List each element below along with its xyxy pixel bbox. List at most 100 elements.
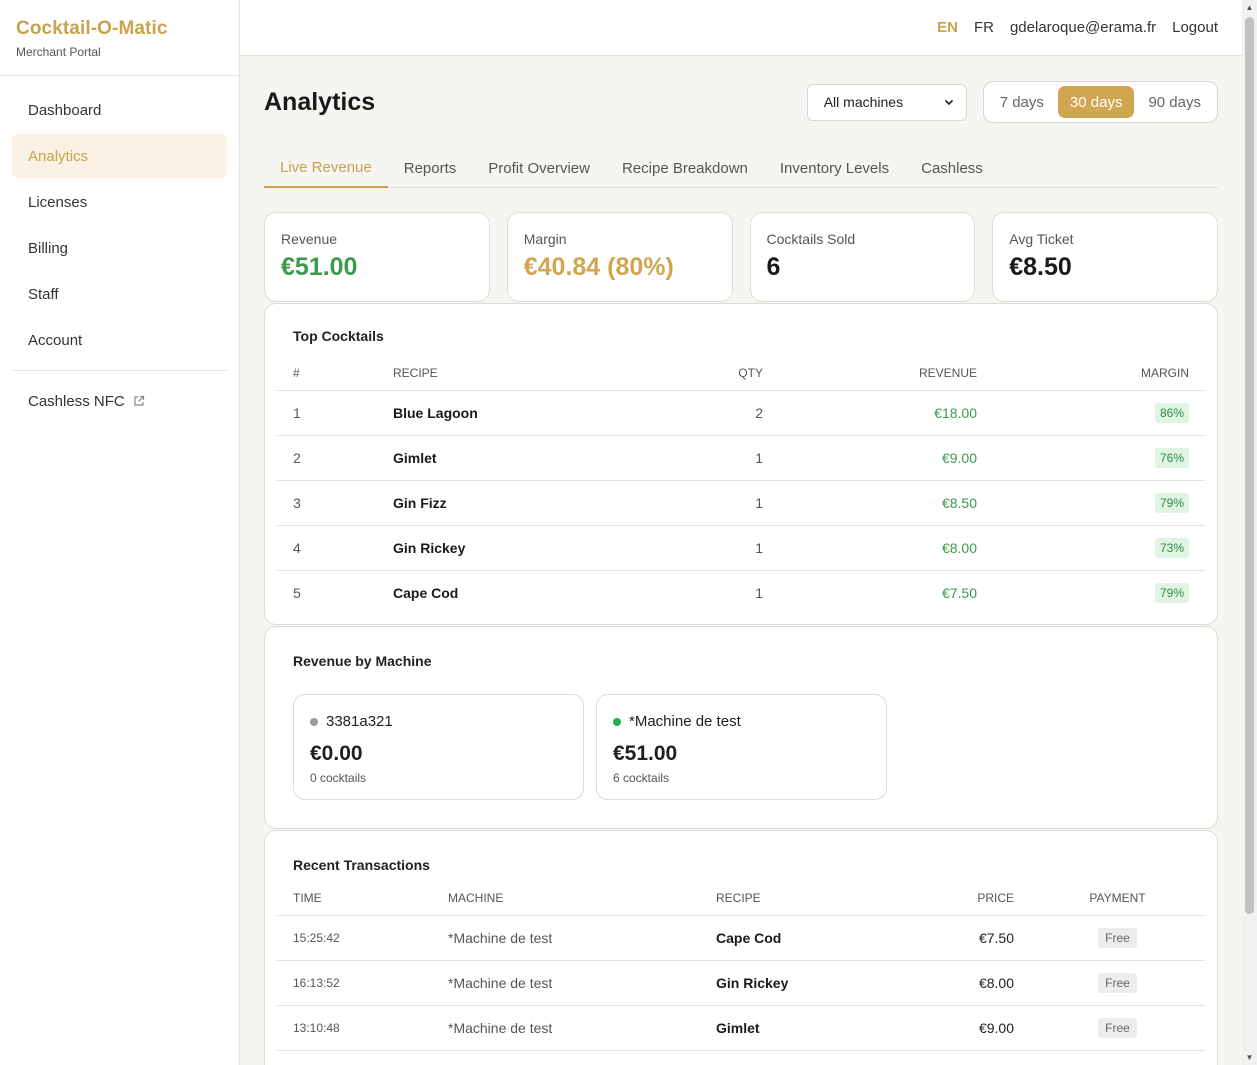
- top-cocktails-table: # RECIPE QTY REVENUE MARGIN 1 Blue Lagoo…: [277, 356, 1205, 615]
- kpi-card-cocktails-sold: Cocktails Sold 6: [749, 212, 976, 302]
- table-row: 13:10:48 *Machine de test Gimlet €9.00 F…: [277, 1005, 1205, 1051]
- machine-select-value: All machines: [823, 94, 904, 110]
- table-row: 3 Gin Fizz 1 €8.50 79%: [277, 480, 1205, 526]
- range-7-days-button[interactable]: 7 days: [988, 86, 1056, 118]
- tab-profit-overview[interactable]: Profit Overview: [472, 148, 606, 188]
- tab-reports[interactable]: Reports: [388, 148, 473, 188]
- machine-select[interactable]: All machines: [806, 83, 967, 121]
- machine-card[interactable]: 3381a321 €0.00 0 cocktails: [293, 694, 584, 800]
- margin-badge: 73%: [1154, 537, 1189, 558]
- sidebar-item-staff[interactable]: Staff: [12, 272, 227, 316]
- column-header: RECIPE: [377, 356, 677, 391]
- margin-badge: 76%: [1154, 447, 1189, 468]
- revenue-by-machine-card: Revenue by Machine 3381a321 €0.00 0 cock…: [264, 626, 1218, 829]
- machine-cocktail-count: 0 cocktails: [310, 771, 367, 785]
- kpi-value: €40.84 (80%): [523, 253, 674, 281]
- column-header: #: [277, 356, 377, 391]
- rank-cell: 5: [293, 584, 301, 601]
- column-header: REVENUE: [779, 356, 993, 391]
- sidebar-item-analytics[interactable]: Analytics: [12, 134, 227, 178]
- sidebar-item-cashless-nfc[interactable]: Cashless NFC: [12, 379, 227, 423]
- margin-badge: 86%: [1154, 402, 1189, 423]
- recent-transactions-card: Recent Transactions TIME MACHINE RECIPE …: [264, 830, 1218, 1065]
- logout-button[interactable]: Logout: [1172, 19, 1218, 36]
- kpi-value: 6: [766, 253, 781, 281]
- machine-name-row: 3381a321: [310, 713, 567, 730]
- sidebar-item-billing[interactable]: Billing: [12, 226, 227, 270]
- sidebar-item-account[interactable]: Account: [12, 318, 227, 362]
- column-header: QTY: [677, 356, 779, 391]
- brand: Cocktail-O-Matic Merchant Portal: [0, 0, 239, 76]
- payment-cell: Free: [1030, 1005, 1205, 1051]
- rank-cell: 4: [277, 525, 377, 571]
- sidebar-item-licenses[interactable]: Licenses: [12, 180, 227, 224]
- status-dot: [310, 717, 318, 726]
- kpi-row: Revenue €51.00 Margin €40.84 (80%) Cockt…: [264, 212, 1218, 302]
- price-cell: €8.00: [910, 960, 1030, 1006]
- tab-live-revenue[interactable]: Live Revenue: [264, 148, 388, 188]
- tab-cashless[interactable]: Cashless: [905, 148, 999, 188]
- kpi-label: Avg Ticket: [1009, 231, 1074, 247]
- kpi-value: €51.00: [281, 253, 358, 281]
- kpi-value: €8.50: [1009, 253, 1072, 281]
- margin-cell: 86%: [993, 390, 1205, 436]
- revenue-cell: €18.00: [779, 390, 993, 436]
- revenue-cell: €8.00: [779, 525, 993, 571]
- machine-card[interactable]: *Machine de test €51.00 6 cocktails: [596, 694, 887, 800]
- range-90-days-button[interactable]: 90 days: [1136, 86, 1213, 118]
- date-range-group: 7 days 30 days 90 days: [982, 81, 1218, 123]
- header-controls: All machines 7 days 30 days 90 days: [806, 81, 1218, 123]
- sidebar: Cocktail-O-Matic Merchant Portal Dashboa…: [0, 0, 240, 1065]
- revenue-cell: €8.50: [779, 480, 993, 526]
- kpi-label: Cocktails Sold: [766, 231, 856, 247]
- recipe-cell: Blue Lagoon: [377, 390, 677, 436]
- scroll-down-arrow-icon[interactable]: ▼: [1242, 1050, 1257, 1065]
- price-cell: €9.00: [910, 1005, 1030, 1051]
- machine-cell: *Machine de test: [432, 915, 700, 961]
- price-cell: €7.50: [910, 915, 1030, 961]
- margin-cell: 73%: [993, 525, 1205, 571]
- margin-cell: 79%: [993, 480, 1205, 526]
- margin-badge: 79%: [1154, 492, 1189, 513]
- time-cell: 15:25:42: [277, 915, 432, 961]
- qty-cell: 1: [755, 584, 763, 601]
- scroll-up-arrow-icon[interactable]: ▲: [1242, 0, 1257, 15]
- revenue-cell: €9.00: [779, 435, 993, 481]
- card-title: Recent Transactions: [293, 857, 430, 873]
- tab-inventory-levels[interactable]: Inventory Levels: [764, 148, 905, 188]
- sidebar-item-dashboard[interactable]: Dashboard: [12, 88, 227, 132]
- sidebar-nav: Dashboard Analytics Licenses Billing Sta…: [0, 76, 239, 423]
- machine-name: *Machine de test: [629, 713, 741, 730]
- time-cell: 16:13:52: [277, 960, 432, 1006]
- page-scrollbar[interactable]: ▲ ▼: [1242, 0, 1257, 1065]
- topbar: EN FR gdelaroque@erama.fr Logout: [240, 0, 1242, 56]
- lang-fr-button[interactable]: FR: [974, 19, 994, 36]
- tab-recipe-breakdown[interactable]: Recipe Breakdown: [606, 148, 764, 188]
- nav-divider: [12, 370, 227, 371]
- column-header: MARGIN: [993, 356, 1205, 391]
- rank-cell: 1: [277, 390, 377, 436]
- brand-title[interactable]: Cocktail-O-Matic: [16, 18, 223, 40]
- machine-revenue: €51.00: [613, 742, 678, 765]
- margin-badge: 79%: [1154, 582, 1189, 603]
- payment-cell: Free: [1030, 960, 1205, 1006]
- range-30-days-button[interactable]: 30 days: [1057, 86, 1135, 118]
- chevron-down-icon: [944, 99, 953, 106]
- payment-cell: Free: [1030, 915, 1205, 961]
- rank-cell: 2: [277, 435, 377, 481]
- payment-badge: Free: [1098, 972, 1137, 993]
- scrollbar-thumb[interactable]: [1245, 17, 1254, 914]
- revenue-cell: €7.50: [941, 584, 977, 601]
- time-cell: 13:10:48: [277, 1005, 432, 1051]
- margin-cell: 76%: [993, 435, 1205, 481]
- brand-subtitle: Merchant Portal: [16, 45, 101, 59]
- main-content: Analytics All machines 7 days 30 days 90…: [264, 56, 1218, 1065]
- kpi-label: Margin: [523, 231, 567, 247]
- table-row: 4 Gin Rickey 1 €8.00 73%: [277, 525, 1205, 571]
- page-title: Analytics: [264, 87, 376, 116]
- lang-en-button[interactable]: EN: [937, 19, 958, 36]
- machine-name-row: *Machine de test: [613, 713, 870, 730]
- status-dot: [613, 717, 621, 726]
- machine-cell: *Machine de test: [432, 1005, 700, 1051]
- table-row: 15:25:42 *Machine de test Cape Cod €7.50…: [277, 915, 1205, 961]
